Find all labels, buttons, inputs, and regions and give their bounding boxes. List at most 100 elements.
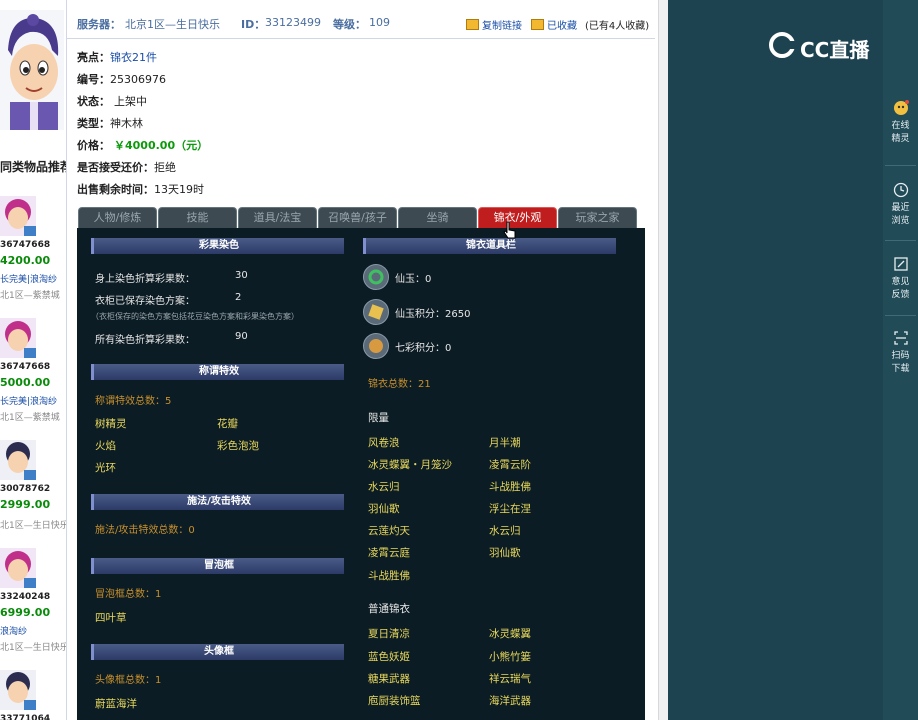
item-price: 6999.00 xyxy=(0,606,51,619)
sprite-icon xyxy=(893,100,909,116)
body-dye-value: 30 xyxy=(235,270,248,281)
cc-logo-text: CC直播 xyxy=(800,38,870,62)
bubble-count: 冒泡框总数：1 xyxy=(95,589,162,600)
recent-browse-button[interactable]: 最近 浏览 xyxy=(883,182,918,228)
remaining-row: 出售剩余时间：13天19时 xyxy=(77,183,204,196)
title-fx-item: 树精灵 xyxy=(95,418,127,430)
normal-item: 庖厨装饰篮 xyxy=(368,695,421,707)
body-dye-label: 身上染色折算彩果数： xyxy=(95,274,195,285)
limited-item: 水云归 xyxy=(368,481,400,493)
xianyu-icon xyxy=(363,264,389,290)
total-dye-label: 所有染色折算彩果数： xyxy=(95,335,195,346)
remaining-value: 13天19时 xyxy=(154,183,204,196)
favorite-count: (已有4人收藏) xyxy=(585,21,650,32)
item-seller[interactable]: 长完美|浪淘纱 xyxy=(0,394,57,407)
title-fx-header: 称谓特效 xyxy=(91,364,344,380)
xianyu-points-icon xyxy=(363,299,389,325)
copy-link-button[interactable]: 复制链接 xyxy=(466,17,522,32)
highlight-row: 亮点：锦衣21件 xyxy=(77,51,157,64)
item-id: 33771064 xyxy=(0,714,51,720)
avatar-frame-header: 头像框 xyxy=(91,644,344,660)
hand-cursor-icon xyxy=(503,221,517,241)
limited-item: 浮尘在涅 xyxy=(489,503,531,515)
item-server: 北1区—生日快乐 xyxy=(0,643,67,653)
wardrobe-value: 2 xyxy=(235,292,242,303)
spell-fx-count: 施法/攻击特效总数：0 xyxy=(95,525,195,536)
tab-home[interactable]: 玩家之家 xyxy=(558,207,637,228)
qicai-points-value: 七彩积分：0 xyxy=(395,343,452,354)
price-row: 价格： ￥4000.00（元） xyxy=(77,139,209,152)
jinyi-header: 锦衣道具栏 xyxy=(363,238,616,254)
favorite-label: 已收藏 xyxy=(547,21,577,32)
item-price: 2999.00 xyxy=(0,498,51,511)
normal-item: 糖果武器 xyxy=(368,673,410,685)
limited-item: 月半潮 xyxy=(489,437,521,449)
bubble-header: 冒泡框 xyxy=(91,558,344,574)
item-thumbnail[interactable] xyxy=(0,440,36,480)
level-label: 等级： xyxy=(333,18,366,31)
serial-value: 25306976 xyxy=(110,73,166,86)
tab-pets[interactable]: 召唤兽/孩子 xyxy=(318,207,397,228)
title-fx-item: 彩色泡泡 xyxy=(217,440,259,452)
limited-item: 凌霄云阶 xyxy=(489,459,531,471)
normal-item: 海洋武器 xyxy=(489,695,531,707)
favorite-icon xyxy=(531,19,544,30)
wardrobe-label: 衣柜已保存染色方案： xyxy=(95,296,195,307)
item-seller[interactable]: 浪淘纱 xyxy=(0,624,27,637)
item-id: 33240248 xyxy=(0,592,51,602)
tab-skills[interactable]: 技能 xyxy=(158,207,237,228)
xianyu-value: 仙玉：0 xyxy=(395,274,432,285)
tab-appearance[interactable]: 锦衣/外观 xyxy=(478,207,557,228)
avatar-frame-count: 头像框总数：1 xyxy=(95,675,162,686)
toolbar-divider xyxy=(885,240,916,241)
tab-items[interactable]: 道具/法宝 xyxy=(238,207,317,228)
item-thumbnail[interactable] xyxy=(0,196,36,236)
level-value: 109 xyxy=(369,16,390,29)
status-value: 上架中 xyxy=(114,95,147,108)
limited-item: 斗战胜佛 xyxy=(489,481,531,493)
normal-item: 夏日清凉 xyxy=(368,628,410,640)
tab-character[interactable]: 人物/修炼 xyxy=(78,207,157,228)
normal-item: 祥云瑞气 xyxy=(489,673,531,685)
favorite-button[interactable]: 已收藏 xyxy=(531,17,577,32)
id-label: ID： xyxy=(241,18,266,31)
limited-item: 羽仙歌 xyxy=(489,547,521,559)
limited-item: 水云归 xyxy=(489,525,521,537)
online-sprite-button[interactable]: 在线 精灵 xyxy=(883,100,918,146)
item-id: 36747668 xyxy=(0,240,51,250)
limited-item: 羽仙歌 xyxy=(368,503,400,515)
item-server: 北1区—紫禁城 xyxy=(0,291,60,301)
cc-logo-icon xyxy=(769,32,796,58)
cc-live-logo[interactable]: CC直播 xyxy=(768,28,888,64)
clock-icon xyxy=(893,182,909,198)
xianyu-points-value: 仙玉积分：2650 xyxy=(395,309,471,320)
limited-label: 限量 xyxy=(368,412,389,424)
normal-item: 小熊竹篓 xyxy=(489,651,531,663)
tab-mounts[interactable]: 坐骑 xyxy=(398,207,477,228)
limited-item: 凌霄云庭 xyxy=(368,547,410,559)
avatar-frame-item: 蔚蓝海洋 xyxy=(95,698,137,710)
item-thumbnail[interactable] xyxy=(0,318,36,358)
left-column: 同类物品推荐 36747668 4200.00 长完美|浪淘纱 北1区—紫禁城 … xyxy=(0,0,67,720)
wardrobe-note: （衣柜保存的染色方案包括花豆染色方案和彩果染色方案） xyxy=(91,312,299,321)
item-thumbnail[interactable] xyxy=(0,670,36,710)
item-server: 北1区—紫禁城 xyxy=(0,413,60,423)
server-value: 北京1区—生日快乐 xyxy=(125,18,220,31)
appearance-panel: 彩果染色 身上染色折算彩果数： 30 衣柜已保存染色方案： 2 （衣柜保存的染色… xyxy=(77,228,645,720)
feedback-button[interactable]: 意见 反馈 xyxy=(883,256,918,302)
item-price: 5000.00 xyxy=(0,376,51,389)
recommend-title: 同类物品推荐 xyxy=(0,160,67,174)
item-seller[interactable]: 长完美|浪淘纱 xyxy=(0,272,57,285)
scan-download-button[interactable]: 扫码 下载 xyxy=(883,330,918,376)
spell-fx-header: 施法/攻击特效 xyxy=(91,494,344,510)
title-fx-item: 花瓣 xyxy=(217,418,238,430)
main-content: 服务器： 北京1区—生日快乐 ID： 33123499 等级： 109 复制链接… xyxy=(67,0,658,720)
server-label: 服务器： xyxy=(77,18,121,31)
jinyi-total: 锦衣总数：21 xyxy=(368,379,431,390)
item-thumbnail[interactable] xyxy=(0,548,36,588)
serial-row: 编号：25306976 xyxy=(77,73,166,86)
normal-label: 普通锦衣 xyxy=(368,603,410,615)
title-fx-item: 光环 xyxy=(95,462,116,474)
character-avatar xyxy=(0,10,64,130)
title-fx-item: 火焰 xyxy=(95,440,116,452)
